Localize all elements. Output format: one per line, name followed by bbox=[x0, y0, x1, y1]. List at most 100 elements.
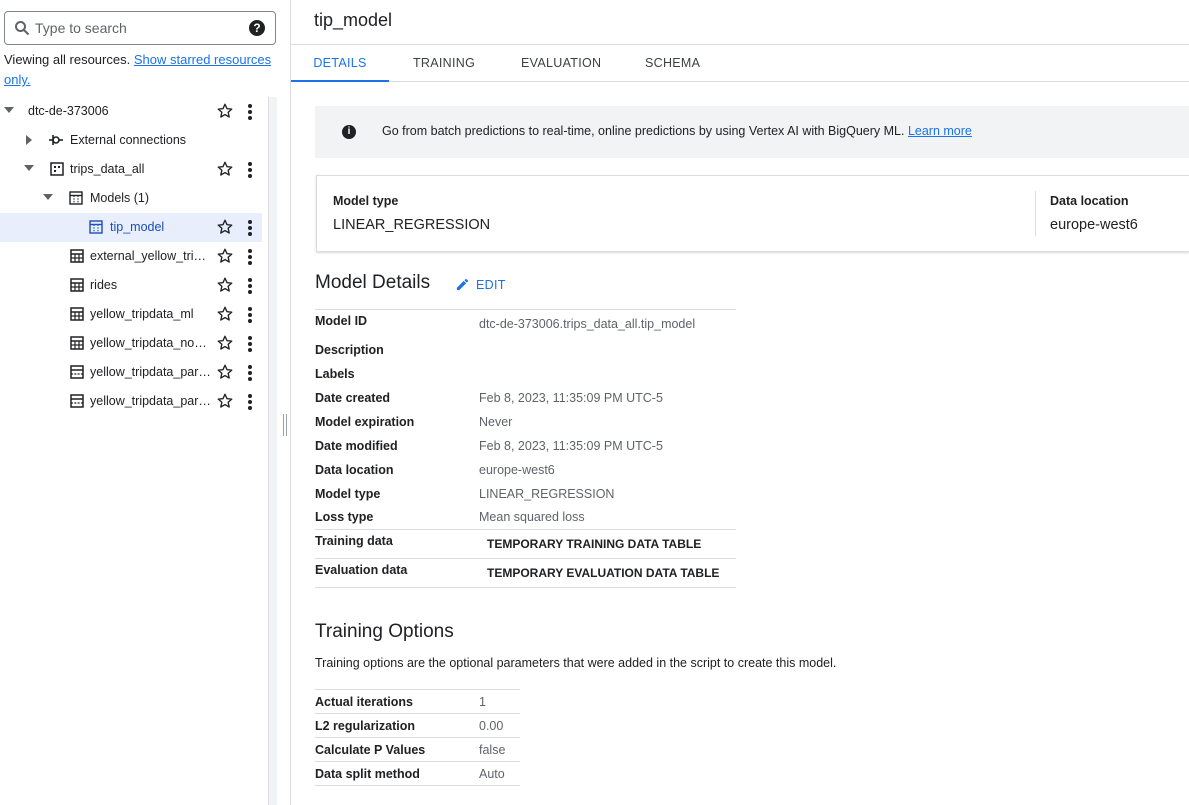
more-vert-icon[interactable] bbox=[244, 103, 256, 121]
data-location-value: europe-west6 bbox=[1050, 217, 1138, 233]
more-vert-icon[interactable] bbox=[244, 364, 256, 382]
tree-item-label: yellow_tripdata_parti… bbox=[90, 365, 212, 379]
tree-item-partitioned-table[interactable]: yellow_tripdata_parti… bbox=[0, 387, 262, 416]
learn-more-link[interactable]: Learn more bbox=[908, 124, 972, 138]
model-details-pane: tip_model DETAILS TRAINING EVALUATION SC… bbox=[291, 0, 1189, 805]
tree-item-partitioned-table[interactable]: yellow_tripdata_parti… bbox=[0, 358, 262, 387]
star-icon[interactable] bbox=[216, 334, 234, 352]
tab-bar: DETAILS TRAINING EVALUATION SCHEMA bbox=[291, 44, 1189, 82]
more-vert-icon[interactable] bbox=[244, 277, 256, 295]
star-icon[interactable] bbox=[216, 363, 234, 381]
training-options-description: Training options are the optional parame… bbox=[315, 656, 837, 670]
star-icon[interactable] bbox=[216, 160, 234, 178]
more-vert-icon[interactable] bbox=[244, 335, 256, 353]
row-label: Evaluation data bbox=[315, 558, 479, 588]
row-label: Date modified bbox=[315, 438, 398, 453]
more-vert-icon[interactable] bbox=[244, 161, 256, 179]
search-icon bbox=[15, 21, 30, 36]
summary-divider bbox=[1035, 191, 1036, 236]
table-row: Date created Feb 8, 2023, 11:35:09 PM UTC… bbox=[315, 386, 736, 410]
tree-item-label: tip_model bbox=[110, 220, 165, 234]
model-details-table: Model ID dtc-de-373006.trips_data_all.tip… bbox=[315, 309, 736, 588]
table-icon bbox=[70, 336, 84, 350]
pencil-icon bbox=[456, 278, 469, 291]
row-label: Model type bbox=[315, 486, 381, 501]
row-value: Feb 8, 2023, 11:35:09 PM UTC-5 bbox=[479, 438, 663, 453]
model-details-heading: Model Details bbox=[315, 272, 431, 293]
help-icon[interactable]: ? bbox=[249, 20, 265, 36]
more-vert-icon[interactable] bbox=[244, 393, 256, 411]
star-icon[interactable] bbox=[216, 305, 234, 323]
tree-item-project[interactable]: dtc-de-373006 bbox=[0, 97, 262, 126]
chevron-down-icon[interactable] bbox=[24, 165, 34, 171]
star-icon[interactable] bbox=[216, 392, 234, 410]
tree-item-tip-model[interactable]: tip_model bbox=[0, 213, 262, 242]
table-row: Labels bbox=[315, 362, 736, 386]
partitioned-table-icon bbox=[70, 394, 84, 408]
row-label: Model expiration bbox=[315, 414, 415, 429]
tab-schema[interactable]: SCHEMA bbox=[645, 45, 700, 82]
tree-item-label: yellow_tripdata_non_… bbox=[90, 336, 212, 350]
tab-evaluation[interactable]: EVALUATION bbox=[521, 45, 601, 82]
tree-item-label: Models (1) bbox=[90, 191, 150, 205]
chevron-down-icon[interactable] bbox=[43, 194, 53, 200]
more-vert-icon[interactable] bbox=[244, 248, 256, 266]
banner-text: Go from batch predictions to real-time, … bbox=[382, 124, 905, 138]
explorer-scrollbar[interactable] bbox=[268, 97, 277, 805]
row-value: Mean squared loss bbox=[479, 510, 585, 525]
tab-training[interactable]: TRAINING bbox=[413, 45, 475, 82]
tree-item-external-connections[interactable]: External connections bbox=[0, 126, 262, 155]
model-type-value: LINEAR_REGRESSION bbox=[333, 217, 491, 233]
tree-item-models-folder[interactable]: Models (1) bbox=[0, 184, 262, 213]
star-icon[interactable] bbox=[216, 247, 234, 265]
tree-item-table[interactable]: yellow_tripdata_non_… bbox=[0, 329, 262, 358]
tree-item-table[interactable]: external_yellow_tripd… bbox=[0, 242, 262, 271]
table-row: Actual iterations 1 bbox=[315, 689, 520, 714]
dataset-icon bbox=[50, 162, 64, 176]
table-row: Data split method Auto bbox=[315, 761, 520, 786]
explorer-panel: ? Viewing all resources. Show starred re… bbox=[0, 0, 276, 805]
connection-icon bbox=[49, 135, 63, 145]
tree-item-label: external_yellow_tripd… bbox=[90, 249, 212, 263]
tree-item-table[interactable]: rides bbox=[0, 271, 262, 300]
search-input[interactable] bbox=[35, 18, 245, 38]
star-icon[interactable] bbox=[216, 276, 234, 294]
more-vert-icon[interactable] bbox=[244, 219, 256, 237]
row-label: Date created bbox=[315, 390, 391, 405]
table-row: Evaluation data TEMPORARY EVALUATION DATA… bbox=[315, 558, 736, 588]
row-value: dtc-de-373006.trips_data_all.tip_model bbox=[479, 309, 736, 338]
row-value: LINEAR_REGRESSION bbox=[479, 486, 615, 501]
row-value: Auto bbox=[479, 761, 520, 786]
table-row: Calculate P Values false bbox=[315, 737, 520, 762]
table-row: Date modified Feb 8, 2023, 11:35:09 PM UT… bbox=[315, 434, 736, 458]
row-label: L2 regularization bbox=[315, 713, 479, 738]
page-title: tip_model bbox=[314, 10, 393, 30]
evaluation-data-link[interactable]: TEMPORARY EVALUATION DATA TABLE bbox=[479, 558, 736, 588]
tree-item-label: rides bbox=[90, 278, 118, 292]
tree-item-table[interactable]: yellow_tripdata_ml bbox=[0, 300, 262, 329]
training-options-heading: Training Options bbox=[315, 621, 454, 642]
row-label: Labels bbox=[315, 366, 355, 381]
row-value bbox=[479, 338, 736, 362]
chevron-down-icon[interactable] bbox=[4, 107, 14, 113]
row-label: Data location bbox=[315, 462, 394, 477]
row-label: Loss type bbox=[315, 510, 374, 525]
training-data-link[interactable]: TEMPORARY TRAINING DATA TABLE bbox=[479, 529, 736, 559]
search-box[interactable]: ? bbox=[4, 11, 276, 45]
star-icon[interactable] bbox=[216, 102, 234, 120]
vertex-ai-banner: i Go from batch predictions to real-time… bbox=[315, 106, 1189, 158]
table-row: Description bbox=[315, 338, 736, 362]
tree-item-dataset[interactable]: trips_data_all bbox=[0, 155, 262, 184]
panel-resize-handle[interactable] bbox=[283, 414, 287, 436]
edit-label: EDIT bbox=[476, 278, 506, 292]
more-vert-icon[interactable] bbox=[244, 306, 256, 324]
tab-details[interactable]: DETAILS bbox=[291, 45, 389, 82]
chevron-right-icon[interactable] bbox=[26, 135, 32, 145]
table-row: Training data TEMPORARY TRAINING DATA TAB… bbox=[315, 529, 736, 559]
models-icon bbox=[69, 191, 83, 205]
training-options-table: Actual iterations 1 L2 regularization 0.00… bbox=[315, 689, 520, 786]
tree-item-label: dtc-de-373006 bbox=[28, 104, 109, 118]
table-row: Model type LINEAR_REGRESSION bbox=[315, 482, 736, 506]
row-value: Never bbox=[479, 414, 513, 429]
star-icon[interactable] bbox=[216, 218, 234, 236]
